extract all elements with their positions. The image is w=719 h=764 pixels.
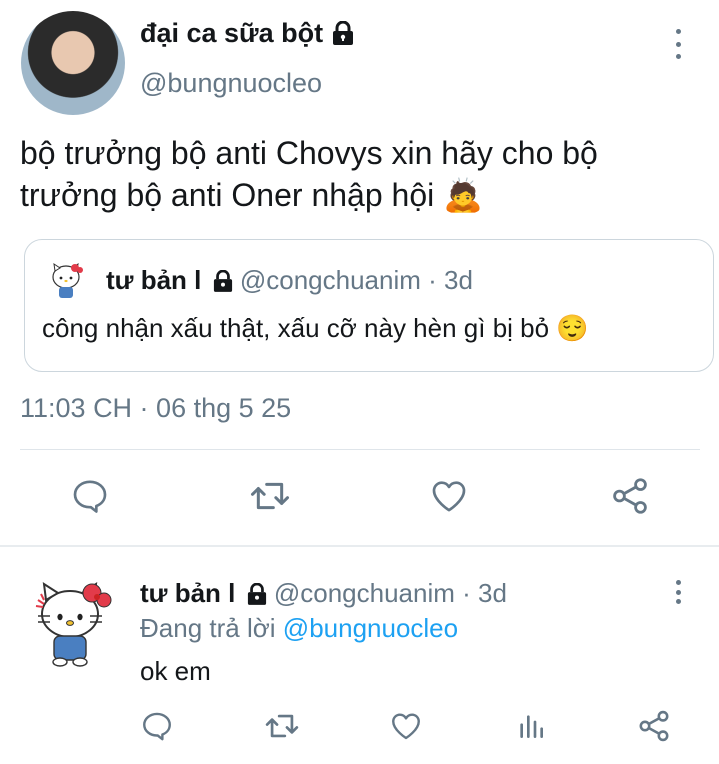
quoted-tweet-text: công nhận xấu thật, xấu cỡ này hèn gì bị… — [42, 313, 550, 343]
more-options-icon[interactable] — [666, 29, 690, 59]
bowing-emoji: 🙇 — [443, 177, 483, 213]
author-handle[interactable]: @bungnuocleo — [140, 68, 322, 99]
avatar[interactable] — [21, 11, 125, 115]
divider — [20, 449, 700, 450]
reply-display-name[interactable]: tư bản l — [140, 578, 235, 608]
replying-prefix: Đang trả lời — [140, 613, 276, 643]
retweet-icon[interactable] — [248, 474, 292, 518]
author-display-name: đại ca sữa bột — [140, 18, 324, 48]
section-separator — [0, 545, 719, 547]
tweet-timestamp[interactable]: 11:03 CH · 06 thg 5 25 — [20, 393, 291, 424]
tweet-text-line-1: bộ trưởng bộ anti Chovys xin hãy cho bộ — [20, 135, 598, 171]
reply-header: tư bản l @congchuanim · 3d — [140, 578, 507, 609]
replying-to-line: Đang trả lời @bungnuocleo — [140, 613, 458, 644]
share-icon[interactable] — [608, 474, 652, 518]
quoted-tweet-text-row: công nhận xấu thật, xấu cỡ này hèn gì bị… — [42, 313, 589, 344]
reply-icon[interactable] — [68, 474, 112, 518]
relieved-emoji: 😌 — [556, 313, 589, 343]
lock-icon — [332, 21, 354, 45]
tweet-text: bộ trưởng bộ anti Chovys xin hãy cho bộ … — [20, 132, 700, 216]
heart-icon[interactable] — [384, 704, 428, 748]
reply-age: · 3d — [462, 578, 507, 608]
lock-icon — [247, 583, 267, 605]
quoted-tweet-card[interactable] — [24, 239, 714, 372]
quoted-avatar[interactable] — [46, 261, 86, 301]
quoted-tweet-header: tư bản l @congchuanim · 3d — [106, 265, 473, 296]
retweet-icon[interactable] — [260, 704, 304, 748]
author-display-name-row[interactable]: đại ca sữa bột — [140, 18, 354, 49]
share-icon[interactable] — [632, 704, 676, 748]
heart-icon[interactable] — [427, 474, 471, 518]
reply-icon[interactable] — [135, 704, 179, 748]
reply-text: ok em — [140, 656, 211, 686]
analytics-icon[interactable] — [509, 704, 553, 748]
tweet-text-line-2: trưởng bộ anti Oner nhập hội — [20, 177, 435, 213]
lock-icon — [213, 270, 233, 292]
reply-handle[interactable]: @congchuanim — [274, 578, 455, 608]
quoted-display-name[interactable]: tư bản l — [106, 265, 201, 295]
reply-avatar[interactable] — [28, 578, 120, 670]
quoted-handle[interactable]: @congchuanim — [240, 265, 421, 295]
more-options-icon[interactable] — [666, 580, 690, 604]
replying-to-link[interactable]: @bungnuocleo — [283, 613, 458, 643]
quoted-age: · 3d — [428, 265, 473, 295]
